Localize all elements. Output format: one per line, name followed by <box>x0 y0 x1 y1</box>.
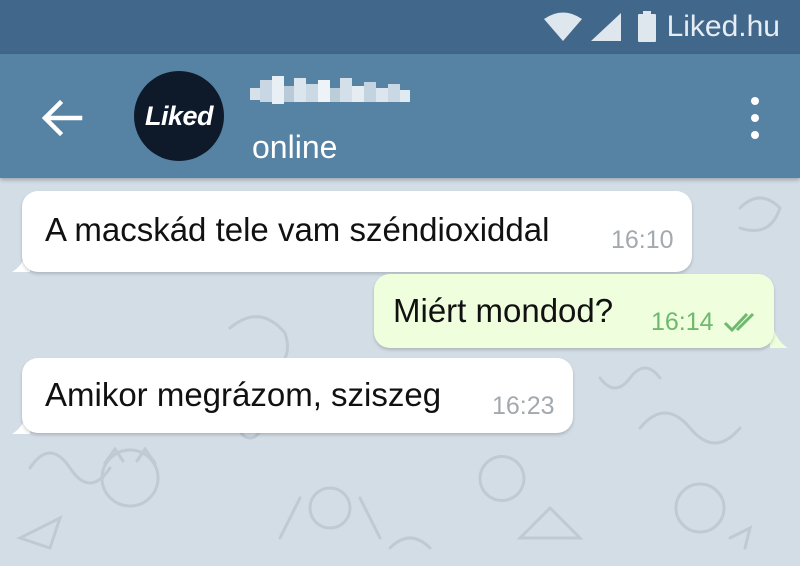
message-text: A macskád tele vam széndioxiddal <box>45 211 550 248</box>
message-bubble[interactable]: A macskád tele vam széndioxiddal 16:10 <box>22 191 692 272</box>
chat-header: Liked online <box>0 54 800 178</box>
wifi-icon <box>543 12 582 41</box>
status-carrier-text: Liked.hu <box>666 10 780 43</box>
signal-icon <box>590 13 621 41</box>
avatar-logo-text: Liked <box>144 100 214 131</box>
chat-messages-area[interactable]: A macskád tele vam széndioxiddal 16:10 M… <box>0 178 800 566</box>
double-check-icon <box>723 312 755 333</box>
menu-dot <box>751 131 759 139</box>
status-bar: Liked.hu <box>0 0 800 54</box>
message-time: 16:10 <box>611 226 674 254</box>
telegram-chat-screen: Liked.hu Liked online A macskád tele vam… <box>0 0 800 566</box>
menu-dot <box>751 114 759 122</box>
contact-avatar[interactable]: Liked <box>134 71 224 161</box>
contact-name-pixelated[interactable] <box>250 74 410 108</box>
message-time: 16:23 <box>492 392 555 420</box>
message-bubble[interactable]: Amikor megrázom, sziszeg 16:23 <box>22 358 573 433</box>
message-text: Amikor megrázom, sziszeg <box>45 376 442 413</box>
more-options-button[interactable] <box>738 94 772 144</box>
message-text: Miért mondod? <box>393 292 614 329</box>
back-arrow-icon[interactable] <box>40 96 84 140</box>
contact-status: online <box>252 129 338 165</box>
status-icons: Liked.hu <box>543 9 780 45</box>
message-bubble[interactable]: Miért mondod? 16:14 <box>374 274 774 348</box>
menu-dot <box>751 97 759 105</box>
message-time: 16:14 <box>651 308 714 336</box>
battery-icon <box>637 11 656 42</box>
